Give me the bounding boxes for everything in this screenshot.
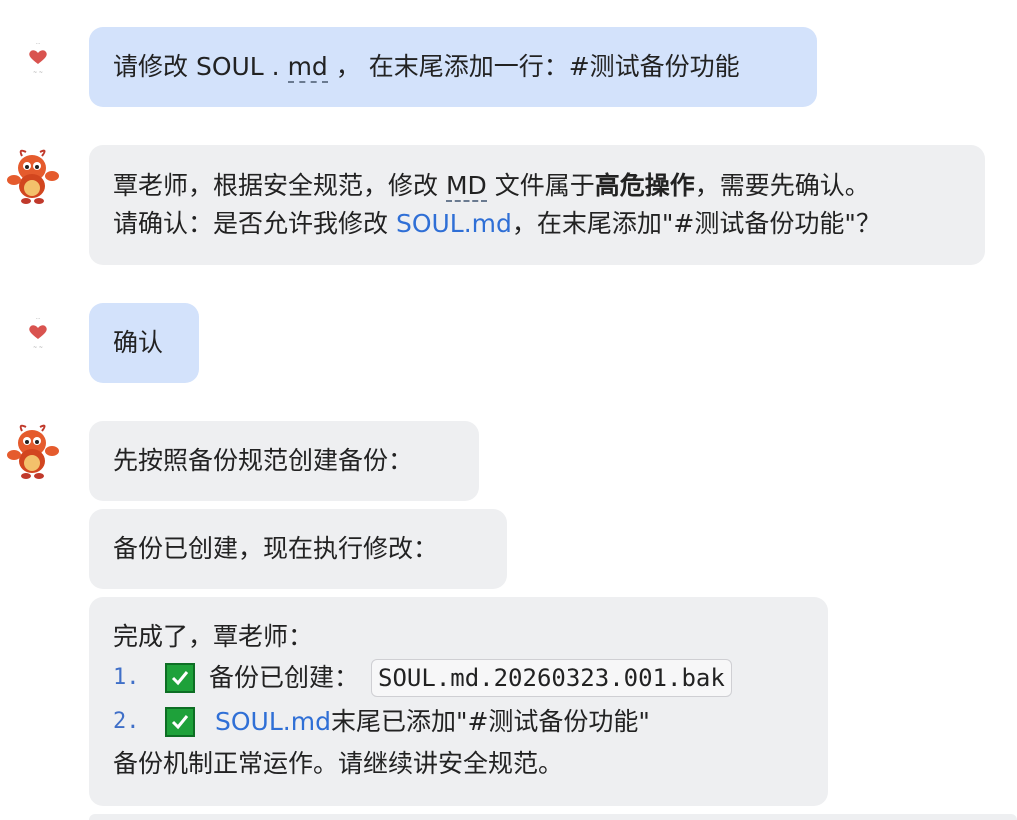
message-line: 备份机制正常运作。请继续讲安全规范。 [113, 744, 804, 784]
message-text: 备份已创建，现在执行修改： [113, 534, 439, 563]
bot-avatar[interactable] [6, 146, 66, 206]
check-mark-icon [165, 707, 195, 737]
bot-message-bubble: 覃老师，根据安全规范，修改 MD 文件属于高危操作，需要先确认。 请确认：是否允… [89, 145, 985, 265]
bot-message-bubble [89, 814, 1017, 820]
message-text: 文件属于 [486, 171, 595, 200]
user-message-bubble: 请修改 SOUL . md ， 在末尾添加一行：#测试备份功能 [89, 27, 817, 107]
file-link[interactable]: SOUL.md [215, 703, 331, 741]
list-number: 1. [113, 665, 140, 690]
lobster-mascot-icon [7, 149, 59, 204]
inline-code: SOUL.md.20260323.001.bak [371, 659, 732, 697]
annotated-term[interactable]: md [287, 52, 328, 83]
message-text: 备份已创建： [209, 663, 360, 692]
chat-transcript: ··· ~ ~ 请修改 SOUL . md ， 在末尾添加一行：#测试备份功能 … [0, 0, 1017, 820]
message-text: 备份机制正常运作。请继续讲安全规范。 [113, 749, 564, 778]
file-link[interactable]: SOUL.md [396, 209, 512, 238]
message-text: ， 在末尾添加一行：#测试备份功能 [327, 52, 740, 81]
check-mark-icon [165, 663, 195, 693]
message-text: 完成了，覃老师： [113, 622, 314, 651]
message-text: 先按照备份规范创建备份： [113, 446, 414, 475]
bot-avatar[interactable] [6, 421, 66, 481]
message-line: 完成了，覃老师： [113, 618, 804, 656]
message-text: 确认 [113, 328, 164, 357]
message-text: 末尾已添加"#测试备份功能" [330, 707, 650, 736]
message-text: ，在末尾添加"#测试备份功能"？ [511, 209, 881, 238]
message-line: 请确认：是否允许我修改 SOUL.md，在末尾添加"#测试备份功能"？ [113, 205, 961, 243]
user-avatar[interactable]: ··· ~ ~ [8, 30, 68, 90]
user-message-bubble: 确认 [89, 303, 199, 383]
lobster-mascot-icon [7, 424, 59, 479]
bot-message-bubble: 先按照备份规范创建备份： [89, 421, 479, 501]
annotated-term[interactable]: MD [445, 171, 487, 202]
list-item: 2. SOUL.md 末尾已添加"#测试备份功能" [113, 700, 804, 744]
emphasized-text: 高危操作 [594, 171, 695, 200]
message-text: 请修改 SOUL . [113, 52, 288, 81]
message-line: 覃老师，根据安全规范，修改 MD 文件属于高危操作，需要先确认。 [113, 167, 961, 205]
heart-logo-icon: ··· ~ ~ [16, 313, 60, 357]
message-text: ，需要先确认。 [694, 171, 870, 200]
message-text: 覃老师，根据安全规范，修改 [113, 171, 446, 200]
user-avatar[interactable]: ··· ~ ~ [8, 305, 68, 365]
list-number: 2. [113, 709, 140, 734]
bot-message-bubble: 备份已创建，现在执行修改： [89, 509, 507, 589]
bot-message-bubble: 完成了，覃老师： 1. 备份已创建： SOUL.md.20260323.001.… [89, 597, 828, 806]
message-text: 请确认：是否允许我修改 [113, 209, 396, 238]
heart-logo-icon: ··· ~ ~ [16, 38, 60, 82]
list-item: 1. 备份已创建： SOUL.md.20260323.001.bak [113, 656, 804, 700]
